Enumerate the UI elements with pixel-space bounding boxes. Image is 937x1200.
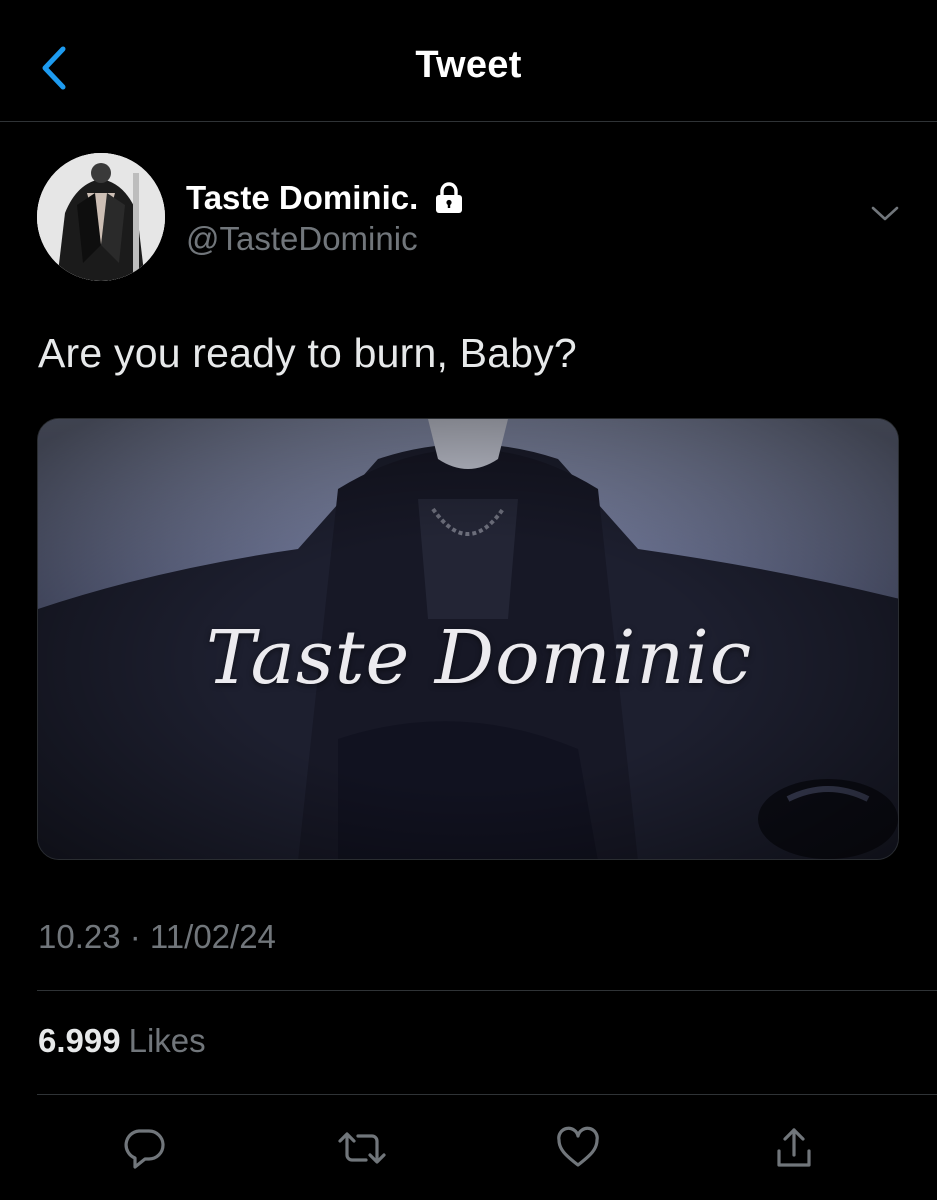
heart-icon bbox=[555, 1125, 601, 1176]
tweet-actions-bar bbox=[0, 1120, 937, 1180]
author-display-name[interactable]: Taste Dominic. bbox=[186, 179, 418, 217]
reply-icon bbox=[121, 1125, 167, 1176]
divider bbox=[37, 1094, 937, 1095]
chevron-down-icon bbox=[870, 205, 900, 228]
page-title: Tweet bbox=[415, 44, 522, 86]
media-caption: Taste Dominic bbox=[206, 615, 753, 701]
top-bar: Tweet bbox=[0, 0, 937, 122]
likes-count: 6.999 bbox=[38, 1022, 121, 1059]
author-handle[interactable]: @TasteDominic bbox=[186, 220, 418, 258]
author-name-row[interactable]: Taste Dominic. bbox=[186, 175, 466, 221]
reply-button[interactable] bbox=[114, 1120, 174, 1180]
like-button[interactable] bbox=[548, 1120, 608, 1180]
likes-label: Likes bbox=[128, 1022, 206, 1059]
retweet-icon bbox=[336, 1125, 388, 1176]
divider bbox=[37, 990, 937, 991]
share-icon bbox=[771, 1125, 817, 1176]
more-options-button[interactable] bbox=[862, 196, 908, 236]
tweet-media-image[interactable]: Taste Dominic bbox=[37, 418, 899, 860]
likes-summary[interactable]: 6.999 Likes bbox=[38, 1022, 206, 1060]
retweet-button[interactable] bbox=[332, 1120, 392, 1180]
tweet-text: Are you ready to burn, Baby? bbox=[38, 330, 577, 376]
tweet-timestamp: 10.23 · 11/02/24 bbox=[38, 918, 276, 955]
share-button[interactable] bbox=[764, 1120, 824, 1180]
lock-icon bbox=[432, 181, 466, 215]
avatar[interactable] bbox=[37, 153, 165, 281]
